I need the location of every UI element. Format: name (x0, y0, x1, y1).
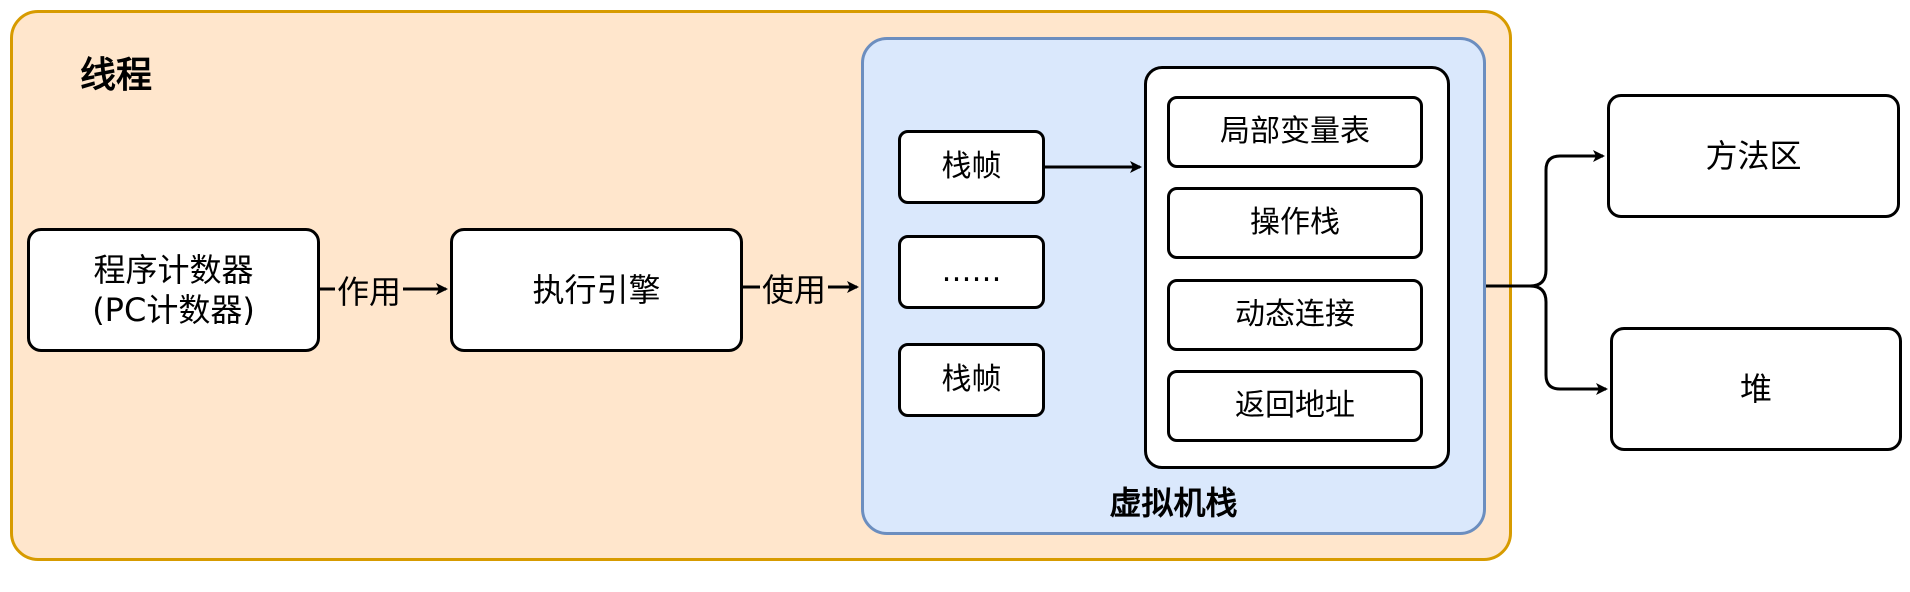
edge-label-engine-to-stack: 使用 (760, 265, 829, 311)
edge-stack-to-method-area (1486, 150, 1605, 288)
edge-stack-to-heap (1486, 284, 1608, 395)
connector-layer (320, 150, 1608, 395)
edge-label-pc-to-engine: 作用 (335, 267, 404, 313)
